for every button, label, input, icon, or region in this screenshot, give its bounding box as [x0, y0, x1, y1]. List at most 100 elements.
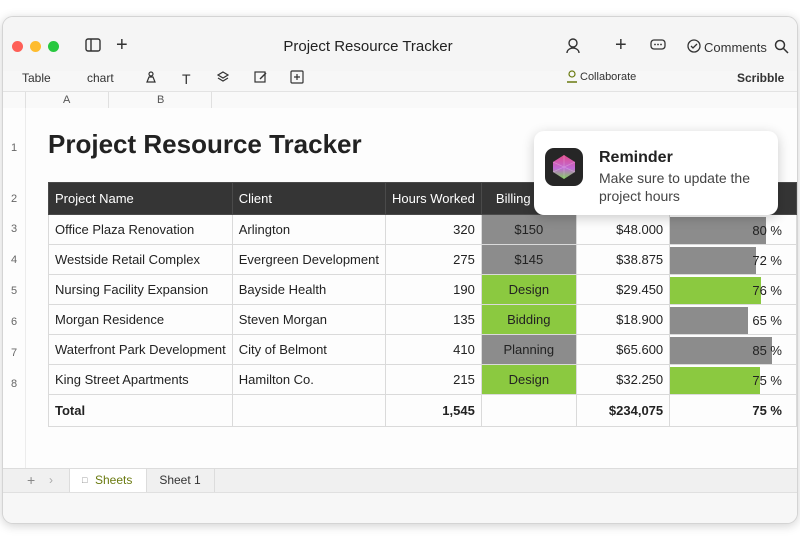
table-row: Waterfront Park Development City of Belm… [48, 334, 797, 365]
cell-amount[interactable]: $29.450 [575, 274, 671, 305]
header-project-name[interactable]: Project Name [48, 182, 233, 215]
cell-billing-rate[interactable]: Design [480, 364, 577, 395]
cell-hours[interactable]: 410 [384, 334, 482, 365]
table-row: King Street Apartments Hamilton Co. 215 … [48, 364, 797, 395]
cell-progress[interactable]: 65 % [669, 304, 797, 335]
cell-client[interactable]: Evergreen Development [231, 244, 386, 275]
reminder-title: Reminder [599, 149, 673, 166]
cell-amount[interactable]: $18.900 [575, 304, 671, 335]
chat-bubble-icon[interactable] [650, 39, 666, 57]
add-collaborator-icon[interactable]: + [615, 35, 627, 55]
resource-table: Project Name Client Hours Worked Billing… [48, 182, 797, 427]
title-bar: + Project Resource Tracker + Comments [3, 17, 797, 71]
chart-button[interactable]: chart [87, 71, 114, 85]
status-bar [3, 492, 797, 523]
progress-bar [670, 307, 749, 334]
cell-project[interactable]: King Street Apartments [48, 364, 233, 395]
cell-amount[interactable]: $38.875 [575, 244, 671, 275]
row-number-3[interactable]: 3 [3, 223, 25, 235]
total-rate-empty[interactable] [480, 394, 577, 427]
row-number-1[interactable]: 1 [3, 142, 25, 154]
cell-project[interactable]: Morgan Residence [48, 304, 233, 335]
total-client-empty[interactable] [231, 394, 386, 427]
cell-client[interactable]: Bayside Health [231, 274, 386, 305]
progress-label: 75 % [752, 373, 782, 388]
cell-billing-rate[interactable]: $150 [480, 214, 577, 245]
collaborate-icon[interactable] [566, 70, 578, 86]
cell-billing-rate[interactable]: $145 [480, 244, 577, 275]
column-header-a[interactable]: A [63, 94, 70, 106]
header-hours-worked[interactable]: Hours Worked [384, 182, 482, 215]
scribble-button[interactable]: Scribble [737, 71, 784, 85]
cell-project[interactable]: Waterfront Park Development [48, 334, 233, 365]
cell-hours[interactable]: 320 [384, 214, 482, 245]
row-number-7[interactable]: 7 [3, 347, 25, 359]
cell-client[interactable]: Steven Morgan [231, 304, 386, 335]
shape-tool-icon[interactable] [144, 70, 158, 87]
row-number-6[interactable]: 6 [3, 316, 25, 328]
table-row: Nursing Facility Expansion Bayside Healt… [48, 274, 797, 305]
comments-button[interactable]: Comments [704, 40, 767, 55]
total-amount[interactable]: $234,075 [575, 394, 671, 427]
total-label[interactable]: Total [48, 394, 233, 427]
add-sheet-icon[interactable]: + [27, 469, 35, 492]
reminder-text: Make sure to update the project hours [599, 170, 750, 204]
table-row: Westside Retail Complex Evergreen Develo… [48, 244, 797, 275]
collaborator-icon[interactable] [565, 37, 583, 59]
cell-progress[interactable]: 72 % [669, 244, 797, 275]
cell-project[interactable]: Nursing Facility Expansion [48, 274, 233, 305]
cell-billing-rate[interactable]: Design [480, 274, 577, 305]
cell-billing-rate[interactable]: Planning [480, 334, 577, 365]
progress-label: 72 % [752, 253, 782, 268]
row-number-5[interactable]: 5 [3, 285, 25, 297]
sheet-square-icon: □ [82, 475, 88, 485]
table-button[interactable]: Table [22, 71, 51, 85]
column-header-b[interactable]: B [157, 94, 164, 106]
progress-label: 76 % [752, 283, 782, 298]
row-number-4[interactable]: 4 [3, 254, 25, 266]
progress-bar [670, 277, 762, 304]
draw-pencil-icon[interactable] [254, 70, 268, 87]
progress-label: 80 % [752, 223, 782, 238]
cell-progress[interactable]: 85 % [669, 334, 797, 365]
cell-progress[interactable]: 75 % [669, 364, 797, 395]
cell-billing-rate[interactable]: Bidding [480, 304, 577, 335]
text-tool-icon[interactable]: T [182, 71, 191, 87]
column-header-bar: A B [3, 91, 797, 109]
app-window: + Project Resource Tracker + Comments Ta… [2, 16, 798, 524]
chevron-right-icon[interactable]: › [49, 469, 53, 492]
header-client[interactable]: Client [231, 182, 386, 215]
cell-hours[interactable]: 215 [384, 364, 482, 395]
cell-client[interactable]: Arlington [231, 214, 386, 245]
total-progress[interactable]: 75 % [669, 394, 797, 427]
progress-label: 85 % [752, 343, 782, 358]
cell-hours[interactable]: 190 [384, 274, 482, 305]
progress-bar [670, 247, 757, 274]
reminder-notification[interactable]: Reminder Make sure to update the project… [534, 131, 778, 215]
cell-amount[interactable]: $65.600 [575, 334, 671, 365]
cell-amount[interactable]: $32.250 [575, 364, 671, 395]
cell-amount[interactable]: $48.000 [575, 214, 671, 245]
cell-client[interactable]: Hamilton Co. [231, 364, 386, 395]
cell-hours[interactable]: 135 [384, 304, 482, 335]
comments-icon[interactable] [686, 39, 702, 57]
cell-project[interactable]: Office Plaza Renovation [48, 214, 233, 245]
tab-sheet-1[interactable]: Sheet 1 [146, 469, 215, 492]
total-row: Total 1,545 $234,075 75 % [48, 394, 797, 427]
row-number-8[interactable]: 8 [3, 378, 25, 390]
sheet-heading[interactable]: Project Resource Tracker [48, 129, 362, 160]
collaborate-button[interactable]: Collaborate [580, 71, 636, 83]
sheet-tab-bar: + › □ Sheets Sheet 1 [3, 468, 797, 493]
total-hours[interactable]: 1,545 [384, 394, 482, 427]
cell-progress[interactable]: 76 % [669, 274, 797, 305]
search-icon[interactable] [774, 39, 789, 58]
row-number-2[interactable]: 2 [3, 193, 25, 205]
progress-label: 65 % [752, 313, 782, 328]
insert-media-icon[interactable] [290, 70, 304, 87]
cell-client[interactable]: City of Belmont [231, 334, 386, 365]
tab-sheets[interactable]: □ Sheets [69, 469, 147, 492]
cell-project[interactable]: Westside Retail Complex [48, 244, 233, 275]
layers-icon[interactable] [216, 70, 230, 87]
cell-progress[interactable]: 80 % [669, 214, 797, 245]
cell-hours[interactable]: 275 [384, 244, 482, 275]
